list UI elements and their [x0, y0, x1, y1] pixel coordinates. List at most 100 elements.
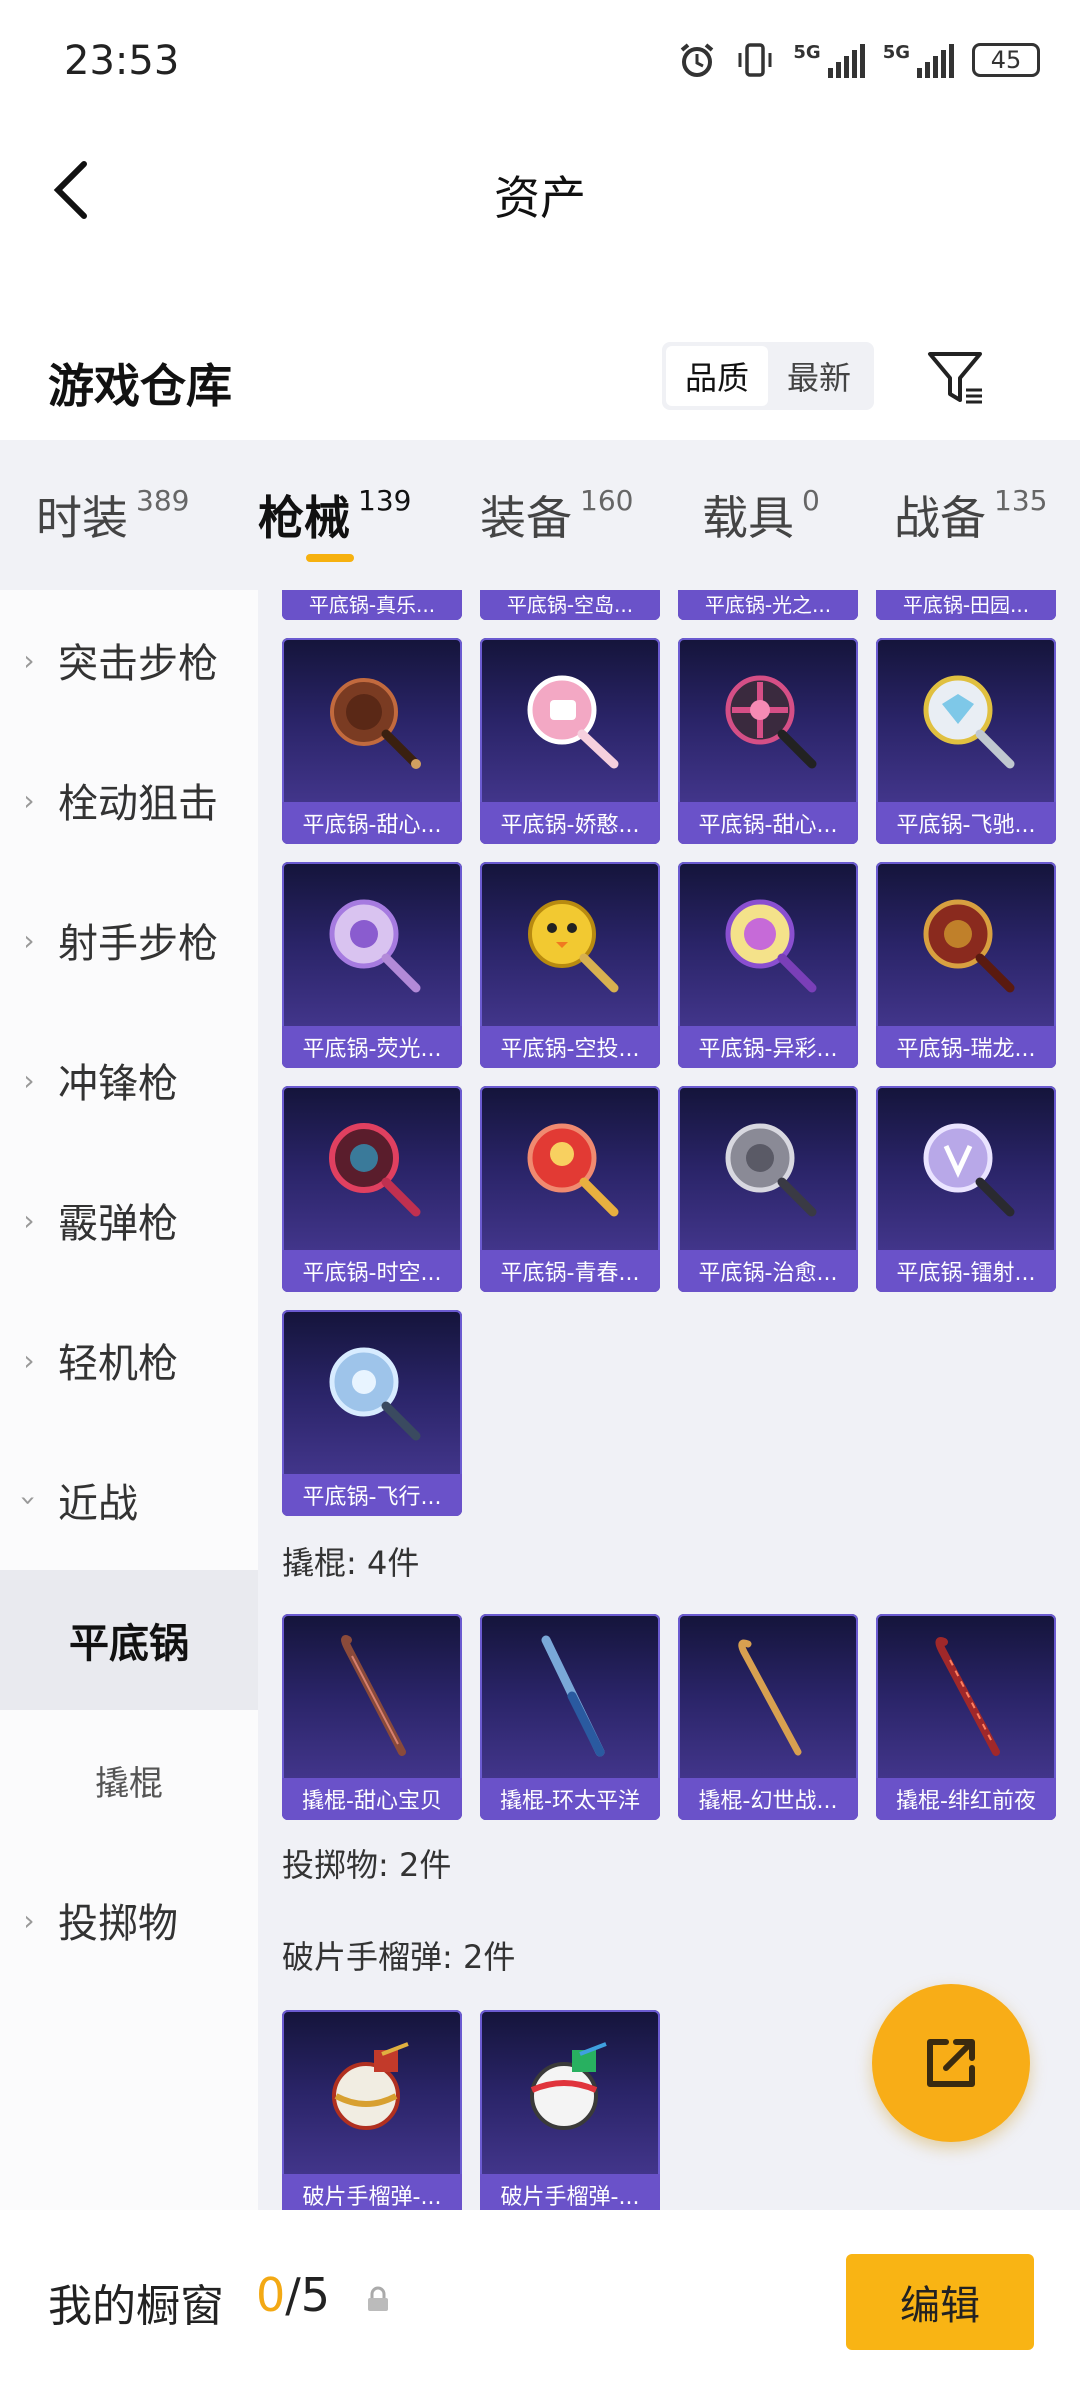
filter-button[interactable] — [924, 346, 988, 410]
signal-icon-2: 5G — [883, 42, 954, 78]
item-name: 平底锅-甜心... — [282, 802, 462, 844]
item-name: 平底锅-异彩... — [678, 1026, 858, 1068]
sidebar-subitem-crowbar[interactable]: 撬棍 — [0, 1710, 258, 1850]
sort-toggle: 品质 最新 — [662, 342, 874, 410]
item-card[interactable]: 平底锅-空投... — [480, 862, 660, 1068]
item-card[interactable]: 平底锅-真乐... — [282, 590, 462, 620]
frying-pan-icon — [876, 1086, 1056, 1250]
item-name: 平底锅-田园... — [876, 590, 1056, 620]
group-label-crowbar: 撬棍: 4件 — [282, 1544, 420, 1582]
item-card[interactable]: 平底锅-异彩... — [678, 862, 858, 1068]
frying-pan-icon — [282, 1310, 462, 1474]
showcase-count: 0/5 — [256, 2268, 330, 2322]
network-type-2: 5G — [882, 42, 910, 63]
share-button[interactable] — [872, 1984, 1030, 2142]
weapon-type-sidebar: › 突击步枪 › 栓动狙击 › 射手步枪 › 冲锋枪 › 霰弹枪 › 轻机枪 ›… — [0, 590, 258, 2210]
tab-label: 载具 — [702, 491, 794, 545]
item-card[interactable]: 破片手榴弹-... — [282, 2010, 462, 2210]
edit-button[interactable]: 编辑 — [846, 2254, 1034, 2350]
item-grid: 平底锅-真乐... 平底锅-空岛... 平底锅-光之... 平底锅-田园... … — [258, 590, 1080, 2210]
sidebar-item-bolt-sniper[interactable]: › 栓动狙击 — [0, 730, 258, 870]
chevron-right-icon: › — [23, 643, 35, 677]
item-name: 破片手榴弹-... — [282, 2174, 462, 2210]
share-external-icon — [927, 2039, 975, 2087]
item-card[interactable]: 平底锅-飞行... — [282, 1310, 462, 1516]
tab-label: 装备 — [480, 491, 572, 545]
sidebar-item-label: 霰弹枪 — [58, 1201, 178, 1247]
frying-pan-icon — [876, 638, 1056, 802]
sidebar-item-label: 突击步枪 — [58, 641, 218, 687]
sidebar-item-assault-rifle[interactable]: › 突击步枪 — [0, 590, 258, 730]
item-name: 平底锅-娇憨... — [480, 802, 660, 844]
sidebar-item-shotgun[interactable]: › 霰弹枪 — [0, 1150, 258, 1290]
frying-pan-icon — [480, 638, 660, 802]
tab-vehicles[interactable]: 载具 0 — [702, 482, 820, 548]
showcase-current: 0 — [256, 2268, 286, 2322]
item-name: 平底锅-荧光... — [282, 1026, 462, 1068]
item-card[interactable]: 平底锅-光之... — [678, 590, 858, 620]
item-card[interactable]: 撬棍-绯红前夜 — [876, 1614, 1056, 1820]
item-card[interactable]: 平底锅-治愈... — [678, 1086, 858, 1292]
sidebar-item-lmg[interactable]: › 轻机枪 — [0, 1290, 258, 1430]
tab-label: 时装 — [36, 491, 128, 545]
sidebar-item-label: 栓动狙击 — [58, 781, 218, 827]
tab-fashion[interactable]: 时装 389 — [36, 482, 189, 548]
chevron-right-icon: › — [23, 1203, 35, 1237]
frying-pan-icon — [282, 1086, 462, 1250]
battery-icon: 45 — [972, 43, 1040, 77]
item-card[interactable]: 平底锅-镭射... — [876, 1086, 1056, 1292]
item-card[interactable]: 平底锅-甜心... — [678, 638, 858, 844]
sidebar-item-label: 近战 — [58, 1481, 138, 1527]
showcase-total: /5 — [285, 2268, 331, 2322]
sidebar-item-smg[interactable]: › 冲锋枪 — [0, 1010, 258, 1150]
item-name: 平底锅-飞行... — [282, 1474, 462, 1516]
item-card[interactable]: 平底锅-空岛... — [480, 590, 660, 620]
status-icons: 5G 5G 45 — [677, 40, 1040, 80]
tab-count: 389 — [136, 484, 190, 517]
tab-equipment[interactable]: 装备 160 — [480, 482, 633, 548]
item-card[interactable]: 平底锅-飞驰... — [876, 638, 1056, 844]
tab-count: 135 — [994, 484, 1048, 517]
item-card[interactable]: 撬棍-环太平洋 — [480, 1614, 660, 1820]
tab-firearms[interactable]: 枪械 139 — [258, 482, 411, 548]
item-name: 平底锅-时空... — [282, 1250, 462, 1292]
sidebar-item-melee[interactable]: › 近战 — [0, 1430, 258, 1570]
frying-pan-icon — [282, 638, 462, 802]
chevron-right-icon: › — [23, 1063, 35, 1097]
item-name: 平底锅-治愈... — [678, 1250, 858, 1292]
status-bar: 23:53 5G 5G 45 — [0, 0, 1080, 120]
tab-count: 0 — [802, 484, 820, 517]
sort-latest-button[interactable]: 最新 — [768, 346, 870, 406]
crowbar-icon — [480, 1614, 660, 1778]
item-name: 平底锅-空投... — [480, 1026, 660, 1068]
item-card[interactable]: 平底锅-青春... — [480, 1086, 660, 1292]
tab-combat-gear[interactable]: 战备 135 — [894, 482, 1047, 548]
item-card[interactable]: 平底锅-田园... — [876, 590, 1056, 620]
showcase-bar: 我的橱窗 0/5 编辑 — [0, 2210, 1080, 2382]
tab-label: 战备 — [894, 491, 986, 545]
item-card[interactable]: 平底锅-娇憨... — [480, 638, 660, 844]
item-card[interactable]: 平底锅-荧光... — [282, 862, 462, 1068]
sort-quality-button[interactable]: 品质 — [666, 346, 768, 406]
item-name: 破片手榴弹-... — [480, 2174, 660, 2210]
item-card[interactable]: 平底锅-甜心... — [282, 638, 462, 844]
item-card[interactable]: 平底锅-时空... — [282, 1086, 462, 1292]
item-card[interactable]: 破片手榴弹-... — [480, 2010, 660, 2210]
item-card[interactable]: 撬棍-幻世战... — [678, 1614, 858, 1820]
item-name: 平底锅-空岛... — [480, 590, 660, 620]
grenade-icon — [282, 2010, 462, 2174]
item-card[interactable]: 平底锅-瑞龙... — [876, 862, 1056, 1068]
page-title: 资产 — [494, 171, 586, 225]
sidebar-item-label: 冲锋枪 — [58, 1061, 178, 1107]
item-name: 撬棍-环太平洋 — [480, 1778, 660, 1820]
chevron-right-icon: › — [23, 923, 35, 957]
sidebar-item-throwables[interactable]: › 投掷物 — [0, 1850, 258, 1990]
category-tabs: 时装 389 枪械 139 装备 160 载具 0 战备 135 — [0, 440, 1080, 590]
grenade-icon — [480, 2010, 660, 2174]
item-card[interactable]: 撬棍-甜心宝贝 — [282, 1614, 462, 1820]
group-label-throwables: 投掷物: 2件 — [282, 1846, 452, 1884]
sidebar-subitem-pan[interactable]: 平底锅 — [0, 1570, 258, 1710]
chevron-right-icon: › — [23, 1903, 35, 1937]
sidebar-item-marksman-rifle[interactable]: › 射手步枪 — [0, 870, 258, 1010]
warehouse-title: 游戏仓库 — [48, 359, 232, 413]
